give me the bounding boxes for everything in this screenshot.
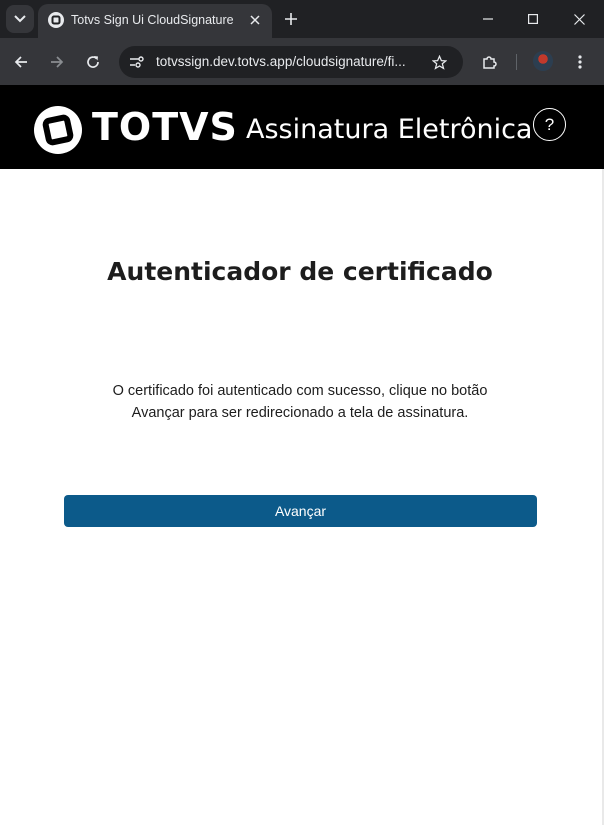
extensions-button[interactable] — [476, 48, 504, 76]
page-title: Autenticador de certificado — [107, 257, 493, 286]
new-tab-button[interactable] — [280, 8, 302, 30]
window-close-button[interactable] — [557, 4, 601, 34]
help-button[interactable]: ? — [533, 108, 566, 141]
site-header: TOTVS Assinatura Eletrônica ? — [0, 85, 604, 169]
toolbar-divider — [516, 54, 517, 70]
back-icon — [14, 56, 27, 68]
success-message: O certificado foi autenticado com sucess… — [112, 383, 488, 421]
active-tab[interactable]: Totvs Sign Ui CloudSignature — [38, 4, 272, 38]
reload-icon — [87, 56, 99, 68]
extensions-icon — [483, 56, 497, 69]
browser-toolbar: totvssign.dev.totvs.app/cloudsignature/f… — [0, 38, 604, 85]
plus-icon — [285, 13, 297, 25]
maximize-icon — [528, 14, 538, 24]
tab-title: Totvs Sign Ui CloudSignature — [71, 13, 234, 27]
star-icon — [431, 54, 447, 70]
main-content: Autenticador de certificado O certificad… — [0, 169, 604, 825]
window-close-icon — [573, 13, 585, 25]
site-info-button[interactable] — [125, 50, 149, 74]
close-icon — [250, 15, 260, 25]
url-text[interactable]: totvssign.dev.totvs.app/cloudsignature/f… — [156, 54, 418, 69]
browser-menu-button[interactable] — [566, 48, 594, 76]
minimize-button[interactable] — [466, 4, 510, 34]
tab-list-icon — [14, 15, 26, 23]
header-title: Assinatura Eletrônica — [246, 114, 533, 145]
advance-button[interactable]: Avançar — [64, 495, 537, 527]
maximize-button[interactable] — [511, 4, 555, 34]
tab-close-button[interactable] — [245, 10, 265, 30]
back-button[interactable] — [7, 48, 35, 76]
reload-button[interactable] — [79, 48, 107, 76]
tab-strip: Totvs Sign Ui CloudSignature — [0, 0, 604, 38]
site-info-icon — [130, 56, 144, 68]
menu-icon — [578, 55, 582, 69]
forward-button[interactable] — [43, 48, 71, 76]
logo-text: TOTVS — [92, 105, 238, 149]
bookmark-button[interactable] — [427, 50, 451, 74]
address-bar[interactable]: totvssign.dev.totvs.app/cloudsignature/f… — [119, 46, 463, 78]
help-icon: ? — [544, 114, 555, 134]
forward-icon — [51, 56, 64, 68]
totvs-logo-icon — [34, 106, 82, 154]
profile-avatar[interactable] — [533, 51, 553, 71]
totvs-favicon-icon — [48, 12, 64, 28]
minimize-icon — [483, 18, 493, 20]
tab-list-button[interactable] — [6, 5, 34, 33]
